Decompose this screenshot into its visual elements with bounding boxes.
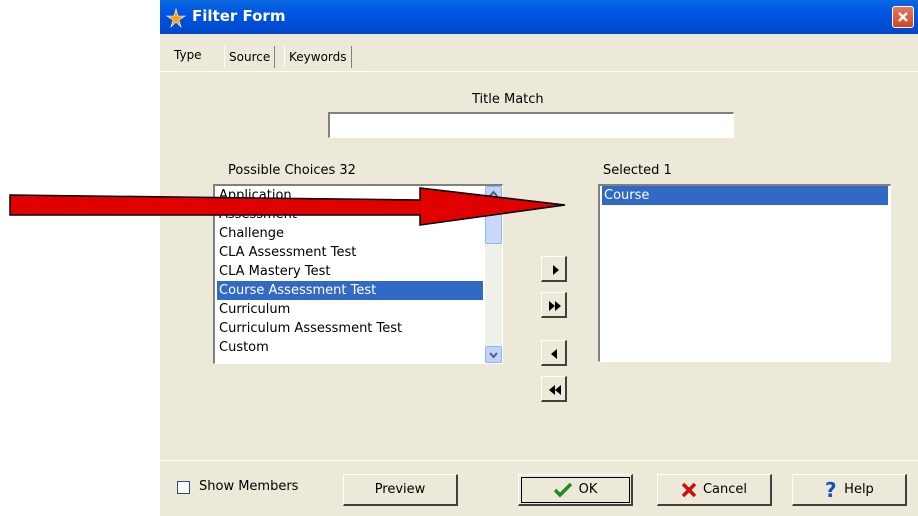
annotation-arrow <box>9 187 566 226</box>
